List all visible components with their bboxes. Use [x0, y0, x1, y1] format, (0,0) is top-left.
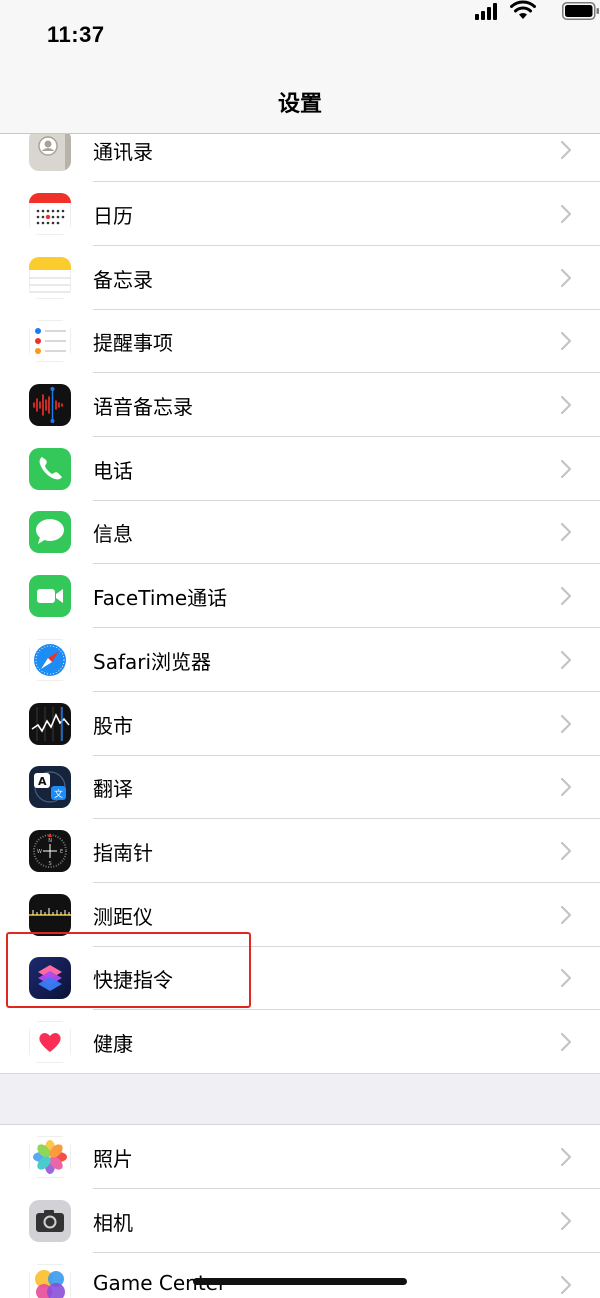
status-time: 11:37 [47, 22, 105, 47]
battery-icon [562, 2, 599, 20]
chevron-right-icon [560, 777, 572, 797]
section-separator [0, 1073, 600, 1125]
chevron-right-icon [560, 586, 572, 606]
settings-row-stocks[interactable]: 股市 [0, 692, 600, 756]
settings-row-camera[interactable]: 相机 [0, 1189, 600, 1253]
phone-icon [29, 448, 71, 490]
reminders-icon [29, 320, 71, 362]
settings-row-safari[interactable]: Safari浏览器 [0, 628, 600, 692]
settings-row-label: 指南针 [93, 841, 153, 865]
wifi-icon [510, 0, 536, 19]
svg-text:W: W [37, 849, 42, 855]
facetime-icon [29, 575, 71, 617]
settings-row-facetime[interactable]: FaceTime通话 [0, 564, 600, 628]
settings-row-label: 语音备忘录 [93, 395, 193, 419]
home-indicator [193, 1278, 407, 1285]
messages-icon [29, 511, 71, 553]
settings-row-label: 通讯录 [93, 140, 153, 164]
settings-row-compass[interactable]: N S W E 指南针 [0, 819, 600, 883]
photos-icon [29, 1136, 71, 1178]
svg-text:S: S [49, 861, 52, 867]
stocks-icon [29, 703, 71, 745]
svg-text:N: N [48, 838, 52, 844]
voice-memos-icon [29, 384, 71, 426]
settings-row-calendar[interactable]: 日历 [0, 182, 600, 246]
settings-row-messages[interactable]: 信息 [0, 500, 600, 564]
safari-icon [29, 639, 71, 681]
settings-row-label: 提醒事项 [93, 331, 173, 355]
chevron-right-icon [560, 968, 572, 988]
chevron-right-icon [560, 905, 572, 925]
settings-row-label: 翻译 [93, 777, 133, 801]
chevron-right-icon [560, 650, 572, 670]
settings-row-label: 日历 [93, 204, 133, 228]
chevron-right-icon [560, 140, 572, 160]
chevron-right-icon [560, 841, 572, 861]
settings-row-translate[interactable]: A 文 翻译 [0, 755, 600, 819]
cellular-signal-icon [475, 3, 497, 20]
chevron-right-icon [560, 714, 572, 734]
settings-row-label: 备忘录 [93, 268, 153, 292]
chevron-right-icon [560, 522, 572, 542]
settings-row-label: 相机 [93, 1211, 133, 1235]
settings-row-photos[interactable]: 照片 [0, 1125, 600, 1189]
settings-row-reminders[interactable]: 提醒事项 [0, 309, 600, 373]
settings-row-notes[interactable]: 备忘录 [0, 246, 600, 310]
settings-row-label: FaceTime通话 [93, 586, 228, 610]
health-icon [29, 1021, 71, 1063]
settings-row-label: 信息 [93, 522, 133, 546]
settings-row-label: 测距仪 [93, 905, 153, 929]
notes-icon [29, 257, 71, 299]
settings-row-label: 电话 [93, 459, 133, 483]
settings-row-label: 股市 [93, 714, 133, 738]
settings-row-label: Safari浏览器 [93, 650, 212, 674]
settings-row-label: 健康 [93, 1032, 133, 1056]
compass-icon: N S W E [29, 830, 71, 872]
measure-icon [29, 894, 71, 936]
svg-text:文: 文 [54, 788, 63, 800]
highlight-box [6, 932, 251, 1008]
calendar-icon [29, 193, 71, 235]
settings-row-label: 照片 [93, 1147, 133, 1171]
translate-icon: A 文 [29, 766, 71, 808]
svg-text:E: E [60, 849, 63, 855]
camera-icon [29, 1200, 71, 1242]
page-title: 设置 [277, 92, 322, 117]
chevron-right-icon [560, 1275, 572, 1295]
settings-row-health[interactable]: 健康 [0, 1010, 600, 1074]
chevron-right-icon [560, 1211, 572, 1231]
chevron-right-icon [560, 1147, 572, 1167]
chevron-right-icon [560, 395, 572, 415]
contacts-icon [29, 129, 71, 171]
svg-text:A: A [38, 775, 47, 788]
game-center-icon [29, 1264, 71, 1298]
settings-row-phone[interactable]: 电话 [0, 437, 600, 501]
chevron-right-icon [560, 1032, 572, 1052]
top-bar: 11:37 设置 [0, 0, 600, 134]
settings-row-voice-memos[interactable]: 语音备忘录 [0, 373, 600, 437]
settings-row-game-center[interactable]: Game Center [0, 1253, 600, 1298]
chevron-right-icon [560, 459, 572, 479]
chevron-right-icon [560, 204, 572, 224]
chevron-right-icon [560, 331, 572, 351]
chevron-right-icon [560, 268, 572, 288]
